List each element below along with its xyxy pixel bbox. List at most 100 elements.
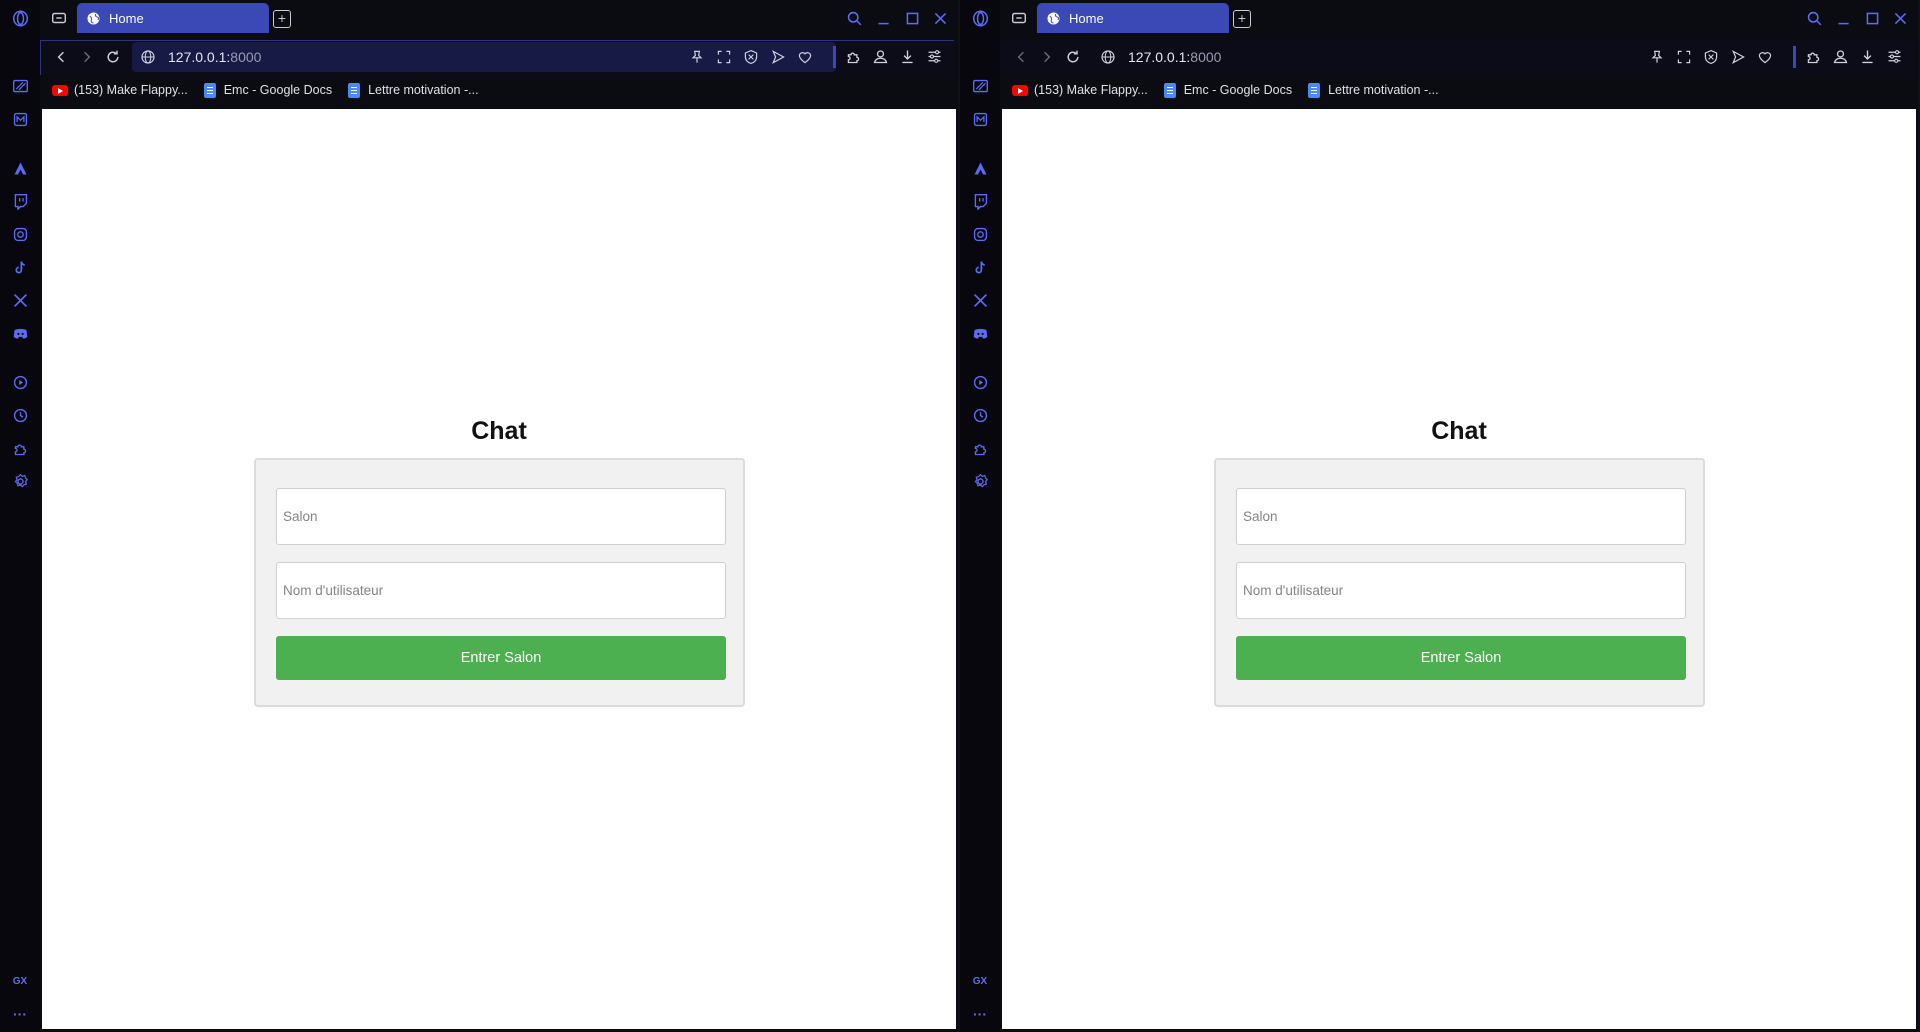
new-tab-button[interactable]: + [273,10,291,28]
tiktok-icon[interactable] [10,257,30,277]
gx-control-label[interactable]: GX [970,972,990,992]
tab-home[interactable]: Home [1037,3,1229,33]
new-tab-button[interactable]: + [1233,10,1251,28]
bookmark-item[interactable]: Emc - Google Docs [1163,82,1293,98]
url-bar[interactable]: 127.0.0.1:8000 [1092,42,1796,72]
address-bar-row: 127.0.0.1:8000 [1000,40,1914,74]
username-input[interactable] [276,562,726,619]
x-icon[interactable] [10,290,30,310]
youtube-icon [1012,84,1028,96]
search-icon[interactable] [1804,8,1824,28]
snapshot-icon[interactable] [716,49,732,65]
bookmark-label: Emc - Google Docs [223,83,333,97]
tab-globe-icon [87,12,100,24]
pin-icon[interactable] [1649,49,1665,65]
enter-salon-button[interactable]: Entrer Salon [1236,636,1686,680]
url-bar[interactable]: 127.0.0.1:8000 [132,42,836,72]
forward-icon[interactable] [1038,48,1056,66]
bookmark-item[interactable]: Emc - Google Docs [203,82,333,98]
back-icon[interactable] [1012,48,1030,66]
gx-control-label[interactable]: GX [10,972,30,992]
discord-icon[interactable] [10,323,30,343]
opera-logo-icon[interactable] [970,8,990,28]
twitch-icon[interactable] [10,191,30,211]
google-docs-icon [1163,82,1176,98]
profile-icon[interactable] [1832,48,1849,65]
page-viewport: Chat Entrer Salon [1002,109,1916,1029]
bookmark-item[interactable]: Lettre motivation -... [348,82,479,98]
settings-icon[interactable] [10,471,30,491]
bookmark-heart-icon[interactable] [1757,49,1773,65]
send-icon[interactable] [1730,49,1746,65]
reload-icon[interactable] [1064,48,1082,66]
username-input[interactable] [1236,562,1686,619]
workspace-icon[interactable] [50,9,68,27]
url-text[interactable]: 127.0.0.1:8000 [1128,49,1221,65]
messenger-icon[interactable] [10,109,30,129]
instagram-icon[interactable] [970,224,990,244]
pin-icon[interactable] [689,49,705,65]
download-icon[interactable] [1859,48,1876,65]
player-icon[interactable] [10,372,30,392]
extensions-puzzle-icon[interactable] [1805,48,1822,65]
more-icon[interactable]: ··· [10,1004,30,1024]
profile-icon[interactable] [872,48,889,65]
back-icon[interactable] [52,48,70,66]
x-icon[interactable] [970,290,990,310]
player-icon[interactable] [970,372,990,392]
extensions-puzzle-icon[interactable] [845,48,862,65]
bookmarks-bar: (153) Make Flappy... Emc - Google Docs L… [40,76,954,104]
bookmark-label: Emc - Google Docs [1183,83,1293,97]
tiktok-icon[interactable] [970,257,990,277]
tab-home[interactable]: Home [77,3,269,33]
bookmark-item[interactable]: Lettre motivation -... [1308,82,1439,98]
url-port: 8000 [1190,49,1222,65]
site-info-icon[interactable] [140,49,156,65]
close-icon[interactable] [1890,8,1910,28]
url-text[interactable]: 127.0.0.1:8000 [168,49,261,65]
search-icon[interactable] [844,8,864,28]
bookmark-heart-icon[interactable] [797,49,813,65]
settings-icon[interactable] [970,471,990,491]
forward-icon[interactable] [78,48,96,66]
bookmark-item[interactable]: (153) Make Flappy... [52,83,188,97]
adblock-shield-icon[interactable] [743,49,759,65]
extensions-icon[interactable] [10,438,30,458]
bookmark-item[interactable]: (153) Make Flappy... [1012,83,1148,97]
history-icon[interactable] [970,405,990,425]
youtube-icon [52,84,68,96]
bookmark-label: Lettre motivation -... [1328,83,1439,97]
workspace-icon[interactable] [1010,9,1028,27]
history-icon[interactable] [10,405,30,425]
aria-icon[interactable] [10,158,30,178]
reload-icon[interactable] [104,48,122,66]
aria-icon[interactable] [970,158,990,178]
tab-strip: Home + [1000,0,1920,36]
speed-dial-icon[interactable] [970,76,990,96]
maximize-icon[interactable] [902,8,922,28]
send-icon[interactable] [770,49,786,65]
easy-setup-icon[interactable] [926,48,943,65]
messenger-icon[interactable] [970,109,990,129]
snapshot-icon[interactable] [1676,49,1692,65]
more-icon[interactable]: ··· [970,1004,990,1024]
site-info-icon[interactable] [1100,49,1116,65]
discord-icon[interactable] [970,323,990,343]
maximize-icon[interactable] [1862,8,1882,28]
instagram-icon[interactable] [10,224,30,244]
download-icon[interactable] [899,48,916,65]
adblock-shield-icon[interactable] [1703,49,1719,65]
enter-salon-button[interactable]: Entrer Salon [276,636,726,680]
salon-input[interactable] [276,488,726,545]
close-icon[interactable] [930,8,950,28]
tab-globe-icon [1047,12,1060,24]
opera-logo-icon[interactable] [10,8,30,28]
twitch-icon[interactable] [970,191,990,211]
minimize-icon[interactable] [1833,8,1853,28]
minimize-icon[interactable] [873,8,893,28]
extensions-icon[interactable] [970,438,990,458]
salon-input[interactable] [1236,488,1686,545]
easy-setup-icon[interactable] [1886,48,1903,65]
browser-window-left: GX ··· Home + 127.0.0.1:8000 (153) Make … [0,0,960,1032]
speed-dial-icon[interactable] [10,76,30,96]
